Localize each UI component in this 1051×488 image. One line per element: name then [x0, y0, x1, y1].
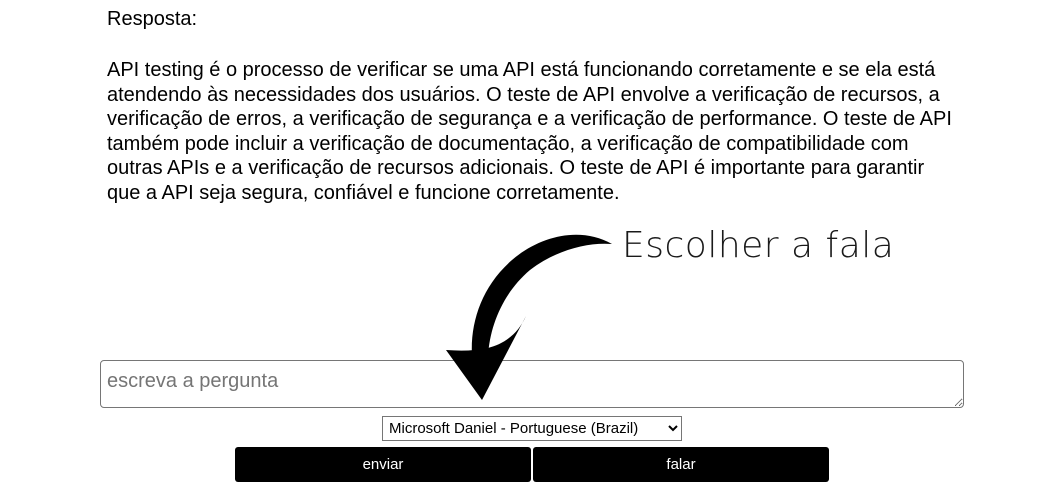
annotation-label: Escolher a fala	[622, 225, 895, 266]
voice-select[interactable]: Microsoft Daniel - Portuguese (Brazil)	[382, 416, 682, 441]
send-button[interactable]: enviar	[235, 447, 531, 482]
response-label: Resposta:	[107, 8, 198, 30]
curved-arrow-icon	[471, 234, 612, 356]
speak-button[interactable]: falar	[533, 447, 829, 482]
question-input[interactable]	[100, 360, 964, 408]
response-text: API testing é o processo de verificar se…	[107, 59, 952, 204]
